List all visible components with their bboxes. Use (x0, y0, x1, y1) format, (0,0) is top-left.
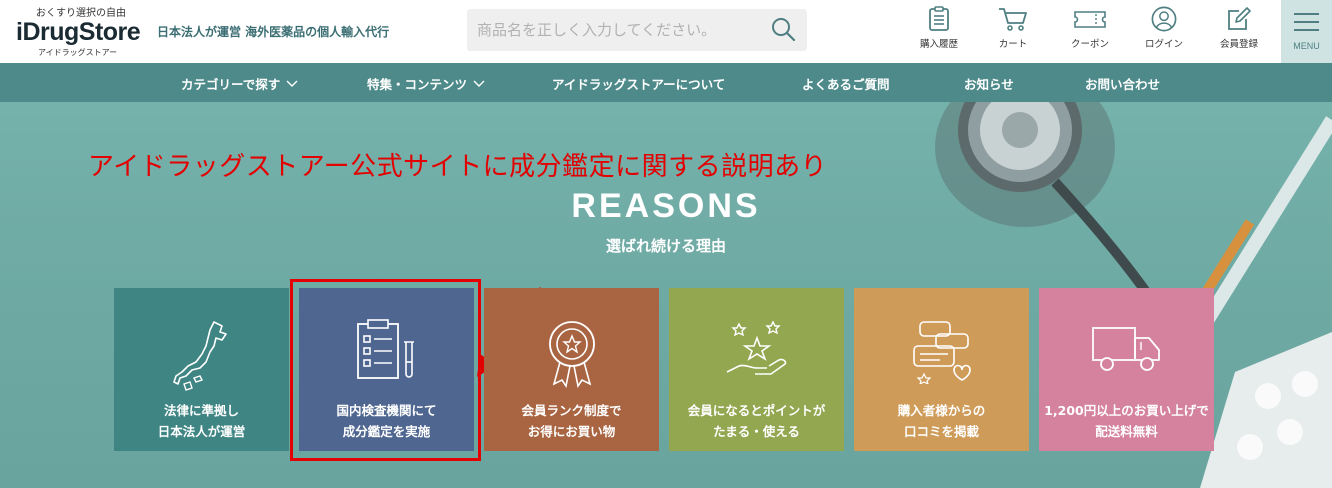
nav-item-label: よくあるご質問 (802, 77, 890, 92)
reviews-chat-icon (912, 321, 971, 384)
search-input[interactable] (467, 9, 807, 51)
reason-card-text: 購入者様からの 口コミを掲載 (854, 400, 1029, 442)
nav-item-label: アイドラッグストアーについて (552, 77, 726, 92)
login-button[interactable]: ログイン (1134, 6, 1194, 56)
nav-item-label: お知らせ (964, 77, 1014, 92)
nav-item-label: お問い合わせ (1085, 77, 1161, 92)
main-nav: カテゴリーで探す 特集・コンテンツ アイドラッグストアーについて よくあるご質問… (0, 63, 1332, 102)
reason-card-points[interactable]: 会員になるとポイントが たまる・使える (669, 288, 844, 451)
rank-badge-icon (548, 321, 595, 388)
annotation-highlight-box (290, 279, 481, 461)
clipboard-icon (929, 6, 949, 31)
hamburger-icon (1294, 13, 1319, 37)
coupon-button[interactable]: クーポン (1060, 6, 1120, 56)
nav-item-label: カテゴリーで探す (181, 77, 281, 92)
nav-item-contact[interactable]: お問い合わせ (1085, 74, 1160, 93)
site-header: おくすり選択の自由 iDrugStore アイドラッグストアー 日本法人が運営 … (0, 0, 1332, 63)
signup-button[interactable]: 会員登録 (1209, 6, 1269, 56)
cart-button[interactable]: カート (983, 6, 1043, 56)
chevron-down-icon (473, 80, 485, 87)
login-label: ログイン (1144, 39, 1183, 50)
nav-item-news[interactable]: お知らせ (964, 74, 1014, 93)
history-button[interactable]: 購入履歴 (909, 6, 969, 56)
nav-item-category[interactable]: カテゴリーで探す (181, 74, 298, 93)
signup-label: 会員登録 (1219, 39, 1258, 50)
header-tagline: 日本法人が運営 海外医薬品の個人輸入代行 (157, 25, 390, 39)
reason-card-text: 1,200円以上のお買い上げで 配送料無料 (1039, 400, 1214, 442)
reason-card-line1: 1,200円以上のお買い上げで (1044, 403, 1209, 418)
section-subtitle: 選ばれ続ける理由 (605, 237, 726, 255)
site-logo[interactable]: おくすり選択の自由 iDrugStore アイドラッグストアー (16, 4, 151, 58)
menu-button[interactable]: MENU (1281, 0, 1332, 63)
reason-card-line2: お得にお買い物 (527, 424, 616, 439)
reason-card-shipping[interactable]: 1,200円以上のお買い上げで 配送料無料 (1039, 288, 1214, 451)
cart-label: カート (998, 39, 1028, 50)
nav-item-features[interactable]: 特集・コンテンツ (367, 74, 485, 93)
coupon-label: クーポン (1070, 39, 1109, 50)
points-hand-icon (726, 320, 786, 375)
reason-card-text: 会員になるとポイントが たまる・使える (669, 400, 844, 442)
reason-card-line2: 配送料無料 (1095, 424, 1158, 439)
japan-map-icon (172, 321, 227, 391)
reason-card-line1: 法律に準拠し (163, 403, 239, 418)
reason-card-text: 法律に準拠し 日本法人が運営 (114, 400, 289, 442)
reason-card-line2: 日本法人が運営 (157, 424, 246, 439)
section-title: REASONS (571, 187, 761, 225)
coupon-icon (1074, 11, 1106, 28)
nav-item-faq[interactable]: よくあるご質問 (802, 74, 890, 93)
search-icon[interactable] (770, 16, 796, 42)
menu-label: MENU (1293, 41, 1320, 51)
logo-subtitle: アイドラッグストアー (38, 48, 118, 57)
reason-card-legal[interactable]: 法律に準拠し 日本法人が運営 (114, 288, 289, 451)
reason-card-reviews[interactable]: 購入者様からの 口コミを掲載 (854, 288, 1029, 451)
reason-card-rank[interactable]: 会員ランク制度で お得にお買い物 (484, 288, 659, 451)
reason-card-line2: 口コミを掲載 (903, 424, 979, 439)
logo-tagline: おくすり選択の自由 (36, 8, 126, 19)
annotation-note: アイドラッグストアー公式サイトに成分鑑定に関する説明あり (88, 152, 828, 182)
user-icon (1151, 6, 1177, 32)
logo-wordmark: iDrugStore (16, 18, 141, 46)
reason-card-line2: たまる・使える (713, 424, 800, 439)
reason-card-line1: 会員ランク制度で (521, 403, 622, 418)
reason-card-line1: 購入者様からの (897, 403, 986, 418)
reason-card-text: 会員ランク制度で お得にお買い物 (484, 400, 659, 442)
history-label: 購入履歴 (919, 39, 958, 50)
reason-card-line1: 会員になるとポイントが (687, 403, 826, 418)
nav-item-about[interactable]: アイドラッグストアーについて (552, 74, 725, 93)
edit-icon (1228, 7, 1251, 30)
chevron-down-icon (286, 80, 298, 87)
cart-icon (999, 8, 1027, 31)
nav-item-label: 特集・コンテンツ (367, 77, 468, 92)
delivery-truck-icon (1091, 327, 1160, 371)
